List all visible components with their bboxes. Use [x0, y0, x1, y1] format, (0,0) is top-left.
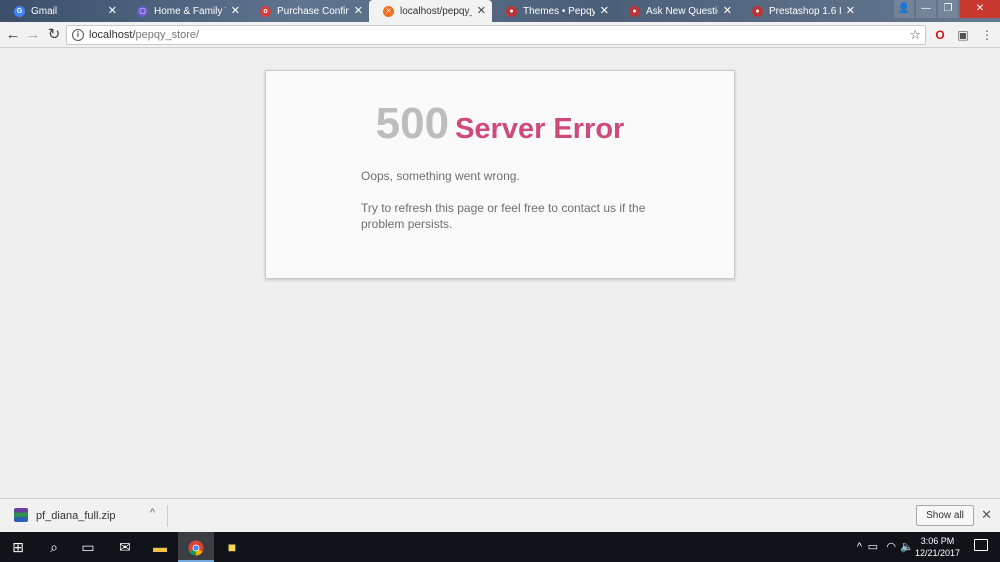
chevron-up-icon[interactable]: ^ — [150, 507, 155, 519]
opera-o-icon: o — [260, 5, 271, 17]
error-panel: 500 Server Error Oops, something went wro… — [265, 70, 735, 279]
close-tab-icon[interactable]: ✕ — [231, 4, 240, 17]
close-tab-icon[interactable]: ✕ — [354, 4, 363, 17]
error-message-line1: Oops, something went wrong. — [361, 169, 520, 183]
sticky-notes-icon[interactable]: ■ — [214, 532, 250, 562]
tab-title: Prestashop 1.6 HTT — [769, 5, 841, 17]
tab-title: Ask New Question — [646, 5, 718, 17]
close-tab-icon[interactable]: ✕ — [477, 4, 486, 17]
url-path: pepqy_store/ — [135, 29, 200, 41]
reload-button[interactable]: ↻ — [45, 26, 63, 44]
tab-1[interactable]: ▢ Home & Family Ten ✕ — [123, 0, 246, 22]
tab-6[interactable]: ● Prestashop 1.6 HTT ✕ — [738, 0, 861, 22]
chrome-icon[interactable] — [178, 532, 214, 562]
address-bar[interactable]: i localhost/pepqy_store/ ☆ — [66, 25, 926, 45]
tab-3[interactable]: ✕ localhost/pepqy_sto ✕ — [369, 0, 492, 22]
windows-start-icon[interactable]: ⊞ — [0, 532, 36, 562]
prestashop-icon: ● — [752, 5, 763, 17]
site-info-icon[interactable]: i — [72, 29, 84, 41]
profile-icon[interactable]: 👤 — [894, 0, 914, 18]
error-message: Oops, something went wrong. Try to refre… — [361, 168, 661, 232]
close-tab-icon[interactable]: ✕ — [600, 4, 609, 17]
prestashop-icon: ● — [629, 5, 640, 17]
show-all-button[interactable]: Show all — [916, 505, 974, 526]
minimize-icon[interactable]: — — [916, 0, 936, 18]
error-heading: 500 Server Error — [266, 99, 734, 149]
bookmark-star-icon[interactable]: ☆ — [909, 27, 921, 43]
tab-title: Gmail — [31, 5, 58, 17]
tab-title: localhost/pepqy_sto — [400, 5, 472, 17]
error-code: 500 — [375, 99, 450, 148]
tab-title: Purchase Confirmat — [277, 5, 349, 17]
download-item[interactable]: pf_diana_full.zip ^ — [8, 505, 168, 527]
tab-0[interactable]: G Gmail ✕ — [0, 0, 123, 22]
error-message-line2: Try to refresh this page or feel free to… — [361, 201, 646, 231]
windows-taskbar: ⊞ ⌕ ▭ ✉ ▬ ■ ^ ▭ ◠ 🔈 3:06 PM 12/21/2017 — [0, 532, 1000, 562]
browser-titlebar: G Gmail ✕ ▢ Home & Family Ten ✕ o Purchase Conf… — [0, 0, 1000, 22]
chrome-logo — [188, 540, 204, 556]
page-viewport: 500 Server Error Oops, something went wro… — [0, 48, 1000, 498]
chevron-up-icon[interactable]: ^ — [857, 532, 862, 562]
winrar-archive-icon — [14, 508, 28, 522]
tab-title: Themes • Pepqy St — [523, 5, 595, 17]
mail-icon[interactable]: ✉ — [107, 532, 143, 562]
task-view-icon[interactable]: ▭ — [70, 532, 106, 562]
browser-menu-icon[interactable]: ⋮ — [979, 27, 995, 43]
file-explorer-icon[interactable]: ▬ — [142, 532, 178, 562]
system-clock[interactable]: 3:06 PM 12/21/2017 — [915, 535, 960, 559]
close-window-icon[interactable]: ✕ — [960, 0, 1000, 18]
xampp-icon: ✕ — [383, 5, 394, 17]
close-tab-icon[interactable]: ✕ — [108, 4, 117, 17]
battery-icon[interactable]: ▭ — [868, 532, 878, 562]
download-shelf: pf_diana_full.zip ^ Show all ✕ — [0, 498, 1000, 532]
forward-button[interactable]: → — [24, 26, 42, 44]
opera-extension-icon[interactable]: O — [932, 27, 948, 43]
close-tab-icon[interactable]: ✕ — [846, 4, 855, 17]
error-title: Server Error — [455, 113, 625, 145]
volume-icon[interactable]: 🔈 — [900, 532, 914, 562]
prestashop-icon: ● — [506, 5, 517, 17]
notification-icon[interactable] — [974, 539, 988, 551]
google-g-icon: G — [14, 5, 25, 17]
tab-title: Home & Family Ten — [154, 5, 226, 17]
tab-4[interactable]: ● Themes • Pepqy St ✕ — [492, 0, 615, 22]
download-file-name: pf_diana_full.zip — [36, 510, 116, 522]
tab-2[interactable]: o Purchase Confirmat ✕ — [246, 0, 369, 22]
extension-grid-icon[interactable]: ▣ — [955, 27, 971, 43]
search-icon[interactable]: ⌕ — [36, 532, 72, 562]
tab-5[interactable]: ● Ask New Question ✕ — [615, 0, 738, 22]
theme-site-icon: ▢ — [137, 5, 148, 17]
restore-icon[interactable]: ❐ — [938, 0, 958, 18]
close-icon[interactable]: ✕ — [981, 507, 992, 523]
back-button[interactable]: ← — [4, 26, 22, 44]
clock-date: 12/21/2017 — [914, 548, 960, 558]
url-text[interactable]: localhost/pepqy_store/ — [89, 29, 199, 41]
tab-strip: G Gmail ✕ ▢ Home & Family Ten ✕ o Purchase Conf… — [0, 0, 861, 22]
close-tab-icon[interactable]: ✕ — [723, 4, 732, 17]
window-controls: 👤 — ❐ ✕ — [892, 0, 1000, 20]
browser-toolbar: ← → ↻ i localhost/pepqy_store/ ☆ O ▣ ⋮ — [0, 22, 1000, 48]
clock-time: 3:06 PM — [920, 536, 955, 546]
wifi-icon[interactable]: ◠ — [886, 532, 896, 562]
url-host: localhost/ — [89, 29, 136, 41]
